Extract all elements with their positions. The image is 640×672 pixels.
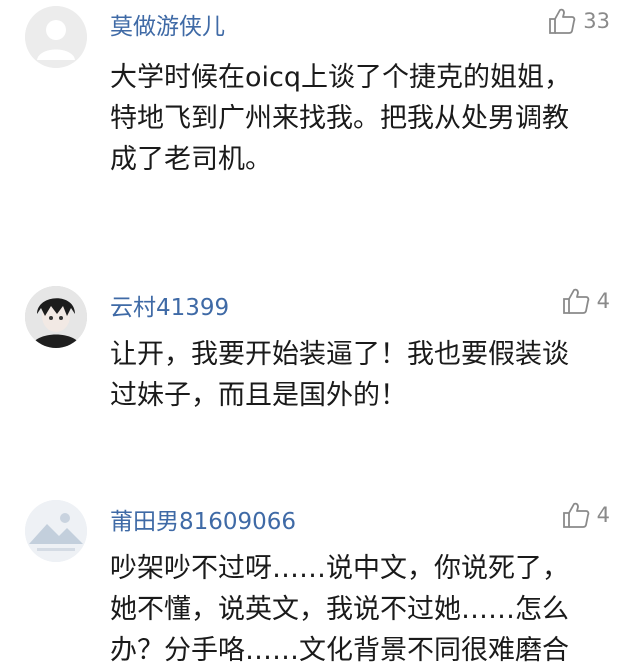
comment-text: 吵架吵不过呀……说中文，你说死了， 她不懂，说英文，我说不过她……怎么 办？分手… [110,548,620,671]
username[interactable]: 莆田男81609066 [110,502,296,536]
comment-line: 办？分手咯……文化背景不同很难磨合 [110,635,569,666]
like-count: 33 [583,9,610,33]
like-button[interactable]: 33 [547,6,610,36]
comment-text: 让开，我要开始装逼了！我也要假装谈 过妹子，而且是国外的！ [110,334,620,416]
comment-item: 莫做游侠儿 33 大学时候在oicq上谈了个捷克的姐姐， 特地飞到广州来找我。把… [0,0,640,250]
like-count: 4 [596,289,610,313]
comment-line: 吵架吵不过呀……说中文，你说死了， [110,553,569,584]
like-button[interactable]: 4 [561,286,610,316]
username[interactable]: 云村41399 [110,288,229,322]
comment-line: 成了老司机。 [110,144,272,175]
anime-avatar-icon [25,286,87,348]
thumbs-up-icon [549,8,576,34]
comment-line: 让开，我要开始装逼了！我也要假装谈 [110,339,569,370]
comment-line: 过妹子，而且是国外的！ [110,380,407,411]
comment-line: 大学时候在oicq上谈了个捷克的姐姐， [110,62,572,93]
thumbs-up-icon [562,502,589,528]
comment-item: 莆田男81609066 4 吵架吵不过呀……说中文，你说死了， 她不懂，说英文，… [0,496,640,672]
username[interactable]: 莫做游侠儿 [110,7,225,41]
thumbs-up-icon [562,288,589,314]
default-avatar-icon [25,6,87,68]
comment-line: 特地飞到广州来找我。把我从处男调教 [110,103,569,134]
avatar[interactable] [25,286,87,348]
avatar[interactable] [25,6,87,68]
like-count: 4 [596,503,610,527]
comment-line: 她不懂，说英文，我说不过她……怎么 [110,594,569,625]
like-button[interactable]: 4 [561,500,610,530]
landscape-avatar-icon [25,500,87,562]
comment-item: 云村41399 4 让开，我要开始装逼了！我也要假装谈 过妹子，而且是国外的！ [0,282,640,462]
avatar[interactable] [25,500,87,562]
comment-text: 大学时候在oicq上谈了个捷克的姐姐， 特地飞到广州来找我。把我从处男调教 成了… [110,57,620,180]
